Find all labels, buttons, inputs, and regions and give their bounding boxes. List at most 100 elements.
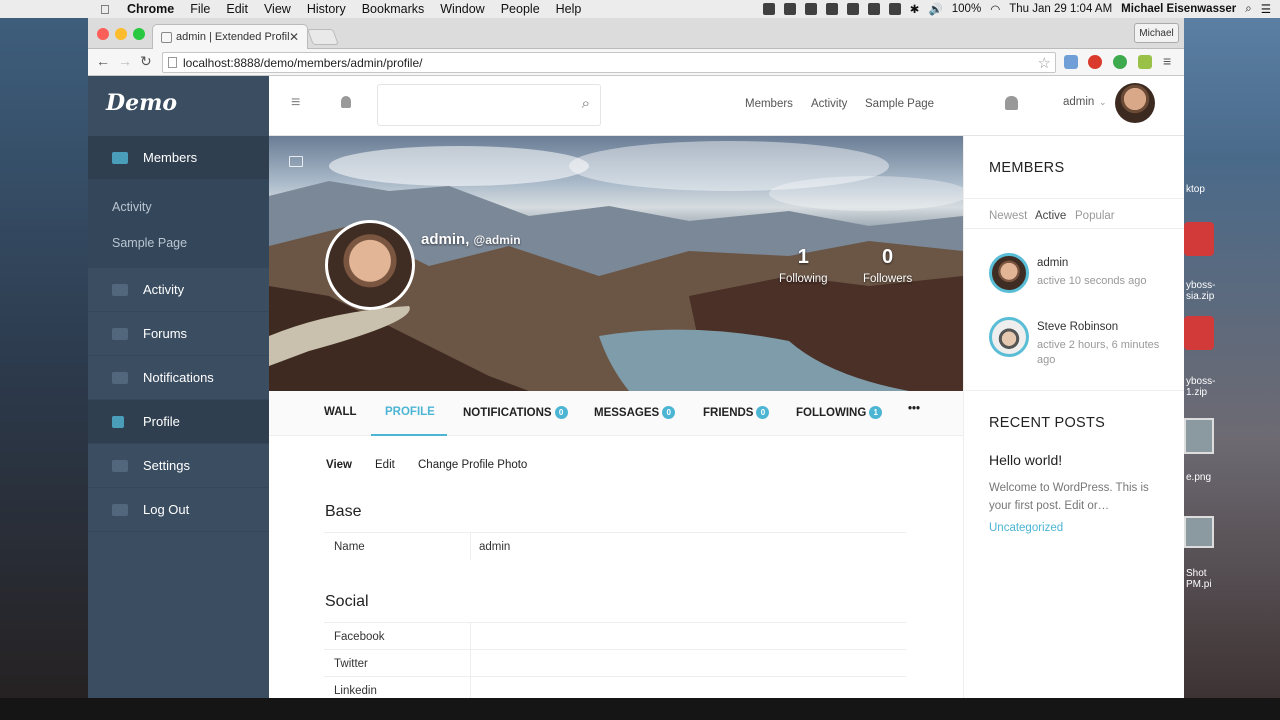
zoom-window-icon[interactable] — [133, 28, 145, 40]
android-icon[interactable] — [1138, 55, 1152, 69]
filter-newest[interactable]: Newest — [989, 210, 1027, 222]
back-icon[interactable]: ← — [96, 53, 110, 69]
tab-notifications[interactable]: NOTIFICATIONS 0 — [463, 406, 568, 419]
post-category-link[interactable]: Uncategorized — [989, 522, 1063, 534]
url-bar[interactable]: localhost:8888/demo/members/admin/profil… — [162, 52, 1056, 73]
menu-file[interactable]: File — [190, 2, 210, 16]
chevron-down-icon[interactable]: ⌄ — [1099, 97, 1107, 108]
clock[interactable]: Thu Jan 29 1:04 AM — [1009, 3, 1112, 15]
tab-strip: admin | Extended Profiles ✕ Michael — [88, 18, 1184, 49]
more-tabs-icon[interactable]: ••• — [908, 403, 920, 415]
tab-following[interactable]: FOLLOWING 1 — [796, 406, 883, 419]
adblock-icon[interactable] — [1088, 55, 1102, 69]
new-tab-button[interactable] — [307, 29, 339, 45]
status-icon[interactable] — [867, 3, 880, 15]
sidebar-item-activity[interactable]: Activity — [88, 268, 269, 312]
apple-icon[interactable]:  — [100, 2, 114, 17]
tab-messages[interactable]: MESSAGES 0 — [594, 406, 676, 419]
minimize-window-icon[interactable] — [115, 28, 127, 40]
member-name[interactable]: Steve Robinson — [1037, 321, 1118, 333]
sidebar-sub-sample-page[interactable]: Sample Page — [112, 236, 187, 250]
followers-stat[interactable]: 0 Followers — [863, 246, 912, 287]
image-file-icon[interactable] — [1184, 516, 1214, 548]
wifi-icon[interactable]: ◠ — [990, 2, 1000, 16]
post-title-link[interactable]: Hello world! — [989, 452, 1062, 468]
status-icon[interactable] — [825, 3, 838, 15]
menu-history[interactable]: History — [307, 2, 346, 16]
status-icon[interactable] — [762, 3, 775, 15]
user-name[interactable]: Michael Eisenwasser — [1121, 3, 1236, 15]
notification-center-icon[interactable]: ☰ — [1261, 2, 1271, 16]
subnav-change-photo[interactable]: Change Profile Photo — [418, 459, 527, 471]
sidebar-sub-activity[interactable]: Activity — [112, 200, 152, 214]
battery-percent[interactable]: 100% — [952, 3, 981, 15]
member-name[interactable]: admin — [1037, 257, 1068, 269]
volume-icon[interactable]: 🔊 — [928, 2, 942, 16]
profile-avatar[interactable] — [325, 220, 415, 310]
subnav-edit[interactable]: Edit — [375, 459, 395, 471]
topnav-activity[interactable]: Activity — [811, 98, 847, 110]
chrome-profile-button[interactable]: Michael — [1134, 23, 1179, 43]
tab-wall[interactable]: WALL — [324, 406, 357, 418]
site-logo[interactable]: Demo — [106, 90, 177, 116]
menu-edit[interactable]: Edit — [226, 2, 248, 16]
zip-file-icon[interactable] — [1184, 222, 1214, 256]
reload-icon[interactable]: ↻ — [140, 53, 152, 70]
desktop-icon-label[interactable]: Shot PM.pi — [1186, 568, 1212, 590]
filter-popular[interactable]: Popular — [1075, 210, 1115, 222]
sidebar-item-logout[interactable]: Log Out — [88, 488, 269, 532]
menu-app-chrome[interactable]: Chrome — [127, 2, 174, 16]
desktop-icon-label[interactable]: ktop — [1186, 184, 1205, 195]
filter-active[interactable]: Active — [1035, 210, 1066, 222]
menu-help[interactable]: Help — [556, 2, 582, 16]
menu-window[interactable]: Window — [440, 2, 484, 16]
status-icon[interactable] — [804, 3, 817, 15]
hamburger-icon[interactable]: ≡ — [291, 94, 300, 112]
status-icon[interactable] — [783, 3, 796, 15]
forward-icon[interactable]: → — [118, 53, 132, 69]
sidebar-item-settings[interactable]: Settings — [88, 444, 269, 488]
bluetooth-icon[interactable]: ✱ — [910, 2, 920, 16]
sidebar-item-notifications[interactable]: Notifications — [88, 356, 269, 400]
car-icon — [112, 151, 128, 164]
image-file-icon[interactable] — [1184, 418, 1214, 454]
topnav-members[interactable]: Members — [745, 98, 793, 110]
bookmark-star-icon[interactable]: ☆ — [1038, 54, 1051, 72]
menu-view[interactable]: View — [264, 2, 291, 16]
browser-tab[interactable]: admin | Extended Profiles ✕ — [152, 24, 308, 49]
close-window-icon[interactable] — [97, 28, 109, 40]
extension-icon[interactable] — [1113, 55, 1127, 69]
desktop-icon-label[interactable]: yboss- sia.zip — [1186, 280, 1215, 302]
sidebar-item-profile[interactable]: Profile — [88, 400, 269, 444]
status-icon[interactable] — [846, 3, 859, 15]
avatar[interactable] — [989, 317, 1029, 357]
menu-bookmarks[interactable]: Bookmarks — [362, 2, 425, 16]
menu-people[interactable]: People — [501, 2, 540, 16]
user-menu-name[interactable]: admin — [1063, 96, 1094, 108]
tab-profile[interactable]: PROFILE — [385, 406, 435, 418]
following-stat[interactable]: 1 Following — [779, 246, 828, 287]
search-icon[interactable]: ⌕ — [582, 95, 590, 112]
user-icon[interactable] — [341, 96, 351, 108]
search-input[interactable]: ⌕ — [377, 84, 601, 126]
field-value: admin — [479, 541, 511, 553]
avatar[interactable] — [1115, 83, 1155, 123]
sidebar-item-forums[interactable]: Forums — [88, 312, 269, 356]
tab-friends[interactable]: FRIENDS 0 — [703, 406, 770, 419]
desktop-icon-label[interactable]: yboss- 1.zip — [1186, 376, 1215, 398]
avatar[interactable] — [989, 253, 1029, 293]
topnav-sample-page[interactable]: Sample Page — [865, 98, 934, 110]
chrome-menu-icon[interactable]: ≡ — [1163, 53, 1171, 69]
followers-count: 0 — [882, 246, 894, 268]
spotlight-icon[interactable]: ⌕ — [1245, 3, 1251, 16]
close-tab-icon[interactable]: ✕ — [289, 30, 299, 44]
sidebar-item-members[interactable]: Members — [88, 136, 269, 180]
change-cover-image-icon[interactable] — [289, 156, 303, 167]
sidebar-item-label: Notifications — [143, 370, 214, 385]
desktop-icon-label[interactable]: e.png — [1186, 472, 1211, 483]
status-icon[interactable] — [888, 3, 901, 15]
zip-file-icon[interactable] — [1184, 316, 1214, 350]
extension-icon[interactable] — [1064, 55, 1078, 69]
subnav-view[interactable]: View — [326, 459, 352, 471]
bell-icon[interactable] — [1005, 96, 1018, 110]
